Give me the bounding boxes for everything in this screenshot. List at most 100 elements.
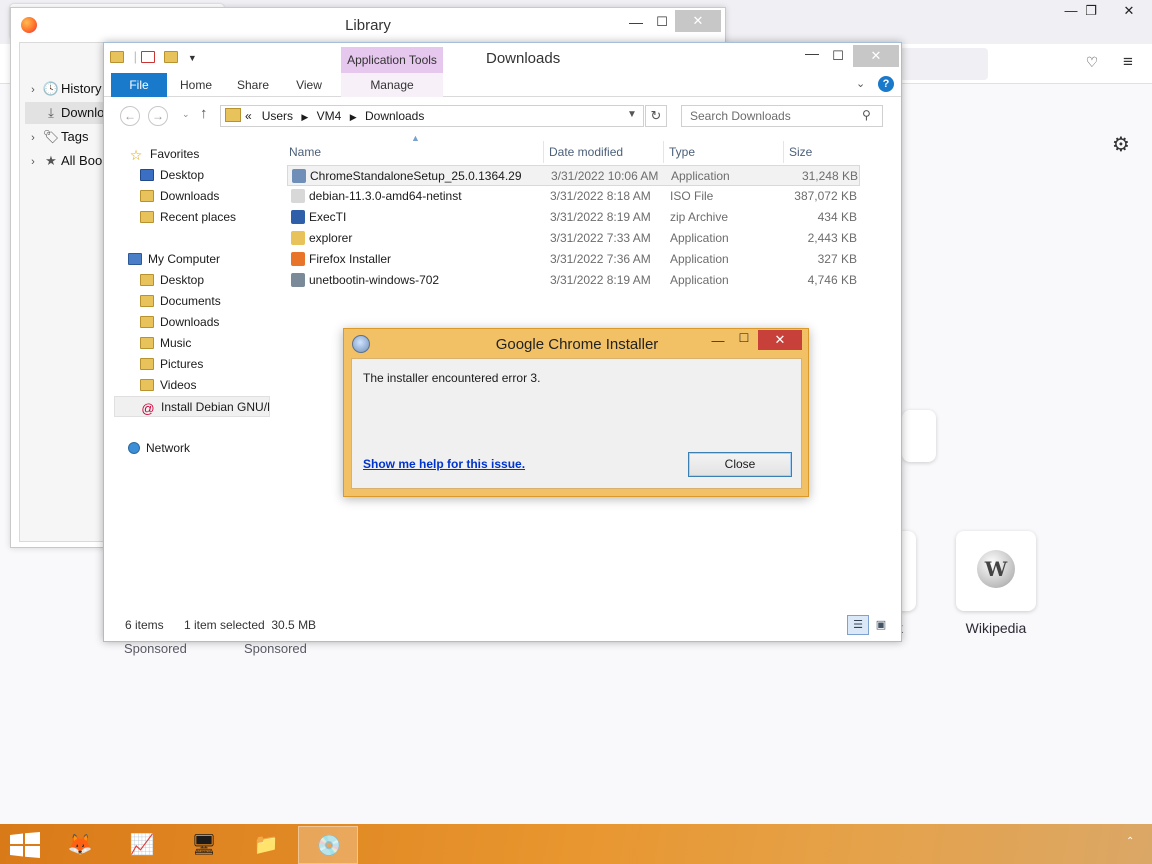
tab-home[interactable]: Home [170, 73, 222, 97]
chevron-right-icon[interactable]: ▶ [345, 112, 362, 122]
taskbar-firefox[interactable]: 🦊 [50, 826, 110, 864]
debian-icon: @ [141, 401, 155, 416]
folder-icon [140, 190, 154, 202]
search-input[interactable] [682, 106, 858, 126]
show-hidden-icons-chevron-icon[interactable]: ⌃ [1126, 836, 1134, 847]
library-minimize-button[interactable]: — [623, 10, 649, 34]
nav-videos[interactable]: Videos [140, 375, 306, 396]
nav-install-debian[interactable]: @ Install Debian GNU/Linux [114, 396, 270, 417]
nav-pictures[interactable]: Pictures [140, 354, 306, 375]
large-icons-view-icon[interactable]: ▣ [871, 615, 891, 635]
up-button[interactable]: ↑ [200, 105, 208, 122]
breadcrumb-overflow[interactable]: « [245, 109, 252, 123]
hamburger-menu-icon[interactable]: ≡ [1116, 52, 1140, 76]
folder-icon[interactable] [110, 51, 124, 63]
file-row-chrome-setup[interactable]: ChromeStandaloneSetup_25.0.1364.29 3/31/2… [287, 165, 860, 186]
dialog-maximize-button[interactable]: ☐ [732, 331, 756, 349]
search-box[interactable]: ⚲ [681, 105, 883, 127]
taskbar-control-panel[interactable]: 🖥 [174, 826, 234, 864]
dialog-minimize-button[interactable]: — [706, 333, 730, 351]
nav-desktop[interactable]: Desktop [140, 270, 306, 291]
firefox-url-bar[interactable] [900, 48, 988, 80]
sidebar-item-label: Tags [61, 129, 89, 144]
customize-dropdown-icon[interactable]: ▼ [188, 53, 197, 63]
error-message: The installer encountered error 3. [363, 371, 541, 385]
nav-desktop[interactable]: Desktop [140, 165, 306, 186]
search-icon[interactable]: ⚲ [862, 108, 871, 122]
windows-start-icon[interactable] [10, 832, 40, 858]
properties-icon[interactable] [140, 51, 155, 63]
explorer-close-button[interactable]: ✕ [853, 45, 899, 67]
explorer-minimize-button[interactable]: — [799, 45, 825, 67]
expand-icon[interactable]: › [25, 79, 41, 100]
details-view-icon[interactable]: ☰ [847, 615, 869, 635]
gear-icon[interactable]: ⚙ [1108, 132, 1134, 158]
nav-downloads[interactable]: Downloads [140, 186, 306, 207]
file-date: 3/31/2022 7:36 AM [550, 252, 651, 266]
pocket-icon[interactable]: ♡ [1080, 54, 1104, 76]
column-type[interactable]: Type [669, 141, 695, 163]
tab-manage[interactable]: Manage [341, 73, 443, 97]
breadcrumb-vm4[interactable]: VM4 [317, 109, 342, 123]
taskbar-file-explorer[interactable]: 📁 [236, 826, 296, 864]
taskbar-task-manager[interactable]: 📈 [112, 826, 172, 864]
explorer-maximize-button[interactable]: ☐ [825, 45, 851, 67]
tab-file[interactable]: File [111, 73, 167, 97]
dialog-body: The installer encountered error 3. Show … [351, 358, 802, 489]
expand-icon[interactable]: › [25, 127, 41, 148]
chevron-right-icon[interactable]: ▶ [296, 112, 313, 122]
library-close-button[interactable]: ✕ [675, 10, 721, 32]
breadcrumb-users[interactable]: Users [262, 109, 293, 123]
refresh-button[interactable]: ↻ [645, 105, 667, 127]
column-divider[interactable] [543, 141, 544, 163]
file-type: ISO File [670, 189, 714, 203]
file-row-explorer-app[interactable]: explorer 3/31/2022 7:33 AM Application 2,44… [287, 228, 860, 249]
nav-downloads[interactable]: Downloads [140, 312, 306, 333]
column-divider[interactable] [663, 141, 664, 163]
nav-network[interactable]: Network [128, 438, 294, 459]
file-row-execti[interactable]: ExecTI 3/31/2022 8:19 AM zip Archive 434 KB [287, 207, 860, 228]
forward-button[interactable]: → [148, 106, 168, 126]
videos-folder-icon [140, 379, 154, 391]
nav-favorites[interactable]: ☆ Favorites [128, 144, 294, 165]
new-folder-icon[interactable] [164, 51, 179, 63]
nav-label: Videos [160, 378, 197, 392]
column-name[interactable]: Name [289, 141, 321, 163]
nav-label: Favorites [150, 147, 200, 161]
nav-label: Documents [160, 294, 221, 308]
column-date-modified[interactable]: Date modified [549, 141, 623, 163]
dialog-close-x-button[interactable]: ✕ [758, 330, 802, 350]
file-explorer-icon: 📁 [253, 834, 279, 856]
firefox-close-button[interactable]: ✕ [1106, 0, 1152, 22]
recent-locations-icon[interactable]: ⌄ [182, 109, 190, 120]
nav-label: My Computer [148, 252, 221, 266]
sidebar-item-downloads[interactable]: ⤓ Downloads [25, 102, 109, 124]
column-size[interactable]: Size [789, 141, 812, 163]
chevron-down-icon[interactable]: ▼ [627, 109, 637, 120]
folder-icon [140, 316, 154, 328]
expand-ribbon-icon[interactable]: ⌄ [856, 77, 865, 90]
file-name: ExecTI [309, 210, 347, 224]
back-button[interactable]: ← [120, 106, 140, 126]
nav-label: Network [146, 441, 191, 455]
library-maximize-button[interactable]: ☐ [649, 10, 675, 34]
file-row-unetbootin[interactable]: unetbootin-windows-702 3/31/2022 8:19 AM A… [287, 270, 860, 291]
file-row-debian-iso[interactable]: debian-11.3.0-amd64-netinst 3/31/2022 8:1… [287, 186, 860, 207]
help-icon[interactable]: ? [878, 76, 894, 92]
address-bar[interactable]: « Users ▶ VM4 ▶ Downloads ▼ [220, 105, 644, 127]
firefox-top-site-tile[interactable] [902, 410, 936, 462]
close-button[interactable]: Close [688, 452, 792, 477]
tab-share[interactable]: Share [228, 73, 278, 97]
expand-icon[interactable]: › [25, 151, 41, 172]
taskbar-chrome-installer[interactable]: 💿 [298, 826, 358, 864]
nav-documents[interactable]: Documents [140, 291, 306, 312]
nav-my-computer[interactable]: My Computer [128, 249, 294, 270]
column-divider[interactable] [783, 141, 784, 163]
address-row: ← → ⌄ ↑ « Users ▶ VM4 ▶ Downloads ▼ ↻ ⚲ [104, 101, 901, 131]
file-row-firefox-installer[interactable]: Firefox Installer 3/31/2022 7:36 AM Applic… [287, 249, 860, 270]
help-link[interactable]: Show me help for this issue. [363, 457, 525, 471]
nav-recent-places[interactable]: Recent places [140, 207, 306, 228]
breadcrumb-downloads[interactable]: Downloads [365, 109, 424, 123]
tab-view[interactable]: View [284, 73, 334, 97]
nav-music[interactable]: Music [140, 333, 306, 354]
